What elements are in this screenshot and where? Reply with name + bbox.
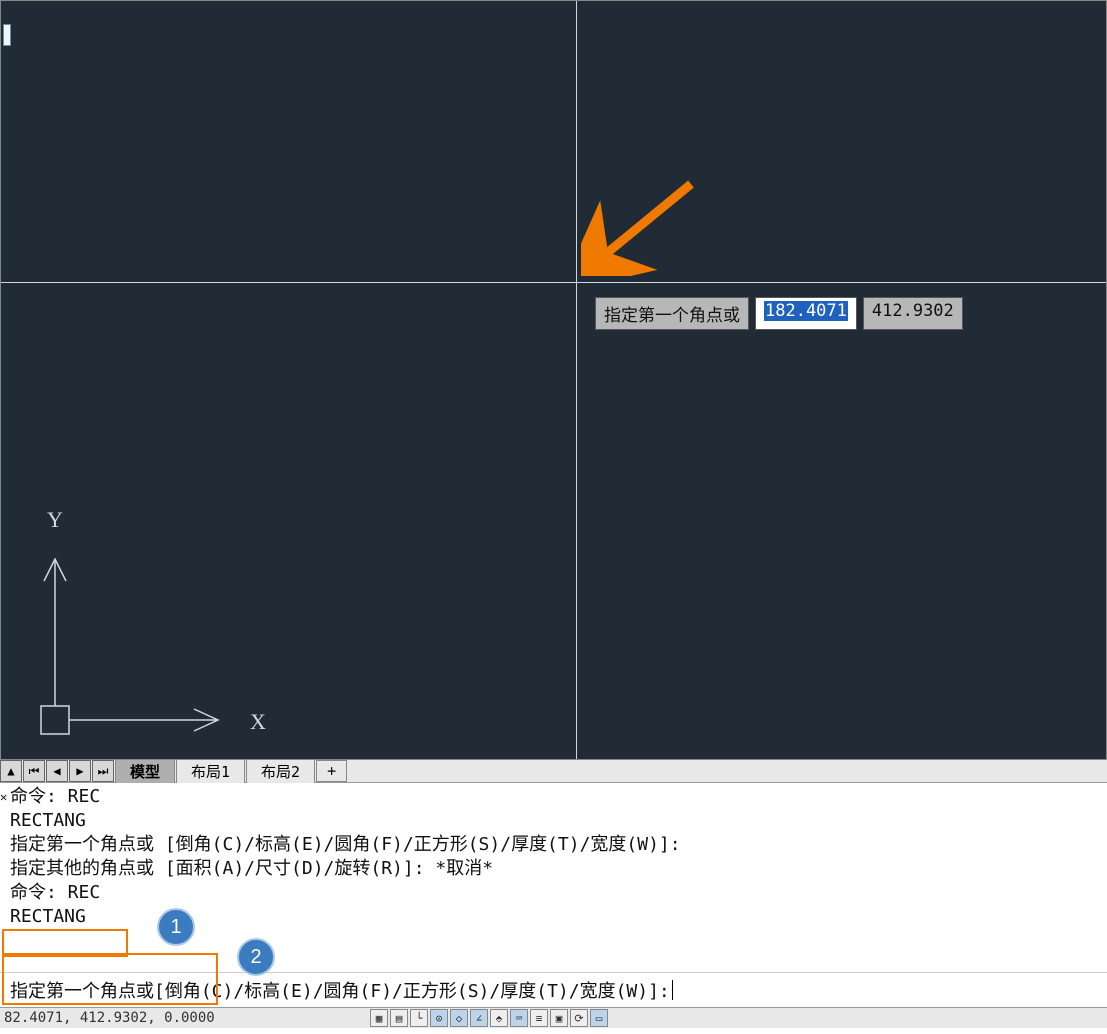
history-line: RECTANG: [10, 809, 1103, 833]
cursor-coordinates: 82.4071, 412.9302, 0.0000: [4, 1010, 215, 1026]
coordinate-y-input[interactable]: 412.9302: [863, 297, 963, 330]
cycling-icon[interactable]: ⟳: [570, 1009, 588, 1027]
dynamic-input-tooltip: 指定第一个角点或 182.4071 412.9302: [595, 297, 963, 330]
lineweight-icon[interactable]: ≡: [530, 1009, 548, 1027]
annotation-badge-2: 2: [237, 938, 275, 976]
tabs-first-icon[interactable]: ⏮: [23, 760, 45, 782]
status-toggle-group: ▦ ▤ └ ⊙ ◇ ∠ ⬘ ⌨ ≡ ▣ ⟳ ▭: [370, 1008, 608, 1028]
polar-icon[interactable]: ⊙: [430, 1009, 448, 1027]
transparency-icon[interactable]: ▣: [550, 1009, 568, 1027]
annotation-arrow-icon: [581, 176, 701, 276]
history-line: 指定其他的角点或 [面积(A)/尺寸(D)/旋转(R)]: *取消*: [10, 857, 1103, 881]
crosshair-vertical: [576, 1, 577, 759]
text-caret: [672, 980, 673, 1000]
tab-model[interactable]: 模型: [115, 759, 175, 784]
tabs-scroll-up-icon[interactable]: ▲: [0, 760, 22, 782]
ucs-x-label: X: [250, 709, 266, 734]
command-history: ✕ 命令: REC RECTANG 指定第一个角点或 [倒角(C)/标高(E)/…: [0, 783, 1107, 973]
history-line: 命令: REC: [10, 785, 1103, 809]
tabs-next-icon[interactable]: ▶: [69, 760, 91, 782]
ortho-icon[interactable]: └: [410, 1009, 428, 1027]
tabs-last-icon[interactable]: ⏭: [92, 760, 114, 782]
osnap-icon[interactable]: ◇: [450, 1009, 468, 1027]
ucs-y-label: Y: [47, 507, 63, 532]
ducs-icon[interactable]: ⬘: [490, 1009, 508, 1027]
otrack-icon[interactable]: ∠: [470, 1009, 488, 1027]
annotation-badge-1: 1: [157, 908, 195, 946]
annotation-box-1: [2, 929, 128, 957]
history-line: 指定第一个角点或 [倒角(C)/标高(E)/圆角(F)/正方形(S)/厚度(T)…: [10, 833, 1103, 857]
dynamic-input-icon[interactable]: ⌨: [510, 1009, 528, 1027]
drawing-canvas[interactable]: 指定第一个角点或 182.4071 412.9302 X Y: [0, 0, 1107, 760]
ruler-marker: [3, 24, 11, 46]
ucs-icon: X Y: [36, 501, 276, 741]
layout-tab-strip: ▲ ⏮ ◀ ▶ ⏭ 模型 布局1 布局2 +: [0, 760, 1107, 783]
command-line[interactable]: 指定第一个角点或 [倒角(C)/标高(E)/圆角(F)/正方形(S)/厚度(T)…: [0, 973, 1107, 1008]
coordinate-x-input[interactable]: 182.4071: [755, 297, 857, 330]
tab-add-button[interactable]: +: [316, 760, 347, 782]
history-line: 命令: REC: [10, 881, 1103, 905]
close-panel-icon[interactable]: ✕: [0, 785, 7, 809]
snap-grid-icon[interactable]: ▦: [370, 1009, 388, 1027]
crosshair-horizontal: [1, 282, 1106, 283]
tabs-prev-icon[interactable]: ◀: [46, 760, 68, 782]
command-prompt-label: 指定第一个角点或: [10, 977, 154, 1003]
model-space-icon[interactable]: ▭: [590, 1009, 608, 1027]
status-bar: 82.4071, 412.9302, 0.0000 ▦ ▤ └ ⊙ ◇ ∠ ⬘ …: [0, 1008, 1107, 1028]
tab-layout-1[interactable]: 布局1: [176, 759, 245, 784]
tooltip-label: 指定第一个角点或: [595, 297, 749, 330]
grid-display-icon[interactable]: ▤: [390, 1009, 408, 1027]
tab-layout-2[interactable]: 布局2: [246, 759, 315, 784]
command-options: [倒角(C)/标高(E)/圆角(F)/正方形(S)/厚度(T)/宽度(W)]:: [154, 977, 670, 1003]
